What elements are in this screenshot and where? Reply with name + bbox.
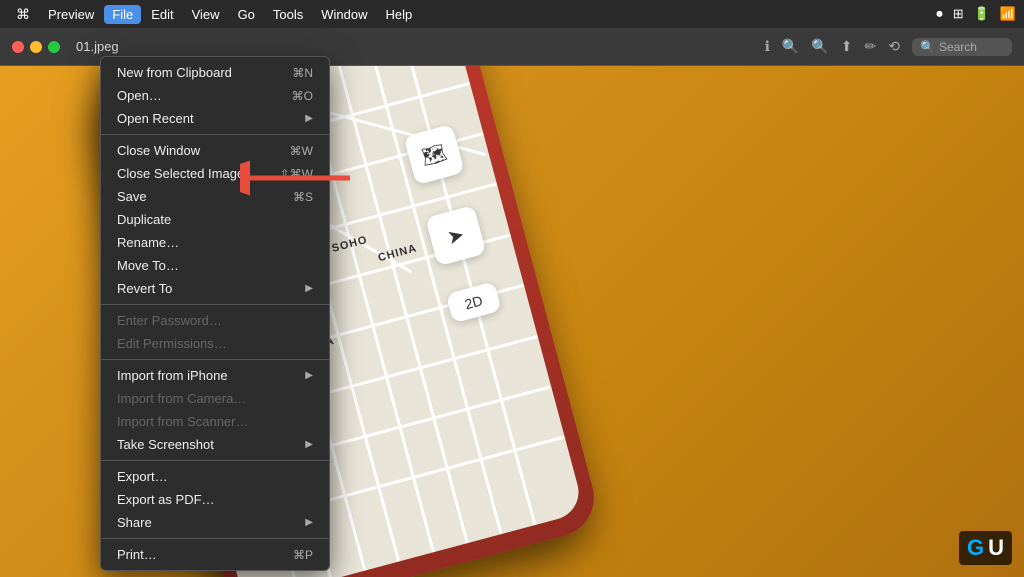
menu-export[interactable]: Export… xyxy=(101,465,329,488)
minimize-button[interactable] xyxy=(30,41,42,53)
file-menu-dropdown: New from Clipboard ⌘N Open… ⌘O Open Rece… xyxy=(100,56,330,571)
menu-new-from-clipboard[interactable]: New from Clipboard ⌘N xyxy=(101,61,329,84)
close-button[interactable] xyxy=(12,41,24,53)
menu-move-to[interactable]: Move To… xyxy=(101,254,329,277)
separator-2 xyxy=(101,304,329,305)
zoom-in-icon[interactable]: 🔍 xyxy=(811,38,828,55)
control-center-icon[interactable]: ⊞ xyxy=(953,6,964,22)
close-selected-shortcut: ⇧⌘W xyxy=(280,167,313,181)
airplay-icon[interactable]: ⏺ xyxy=(936,6,943,22)
menu-open[interactable]: Open… ⌘O xyxy=(101,84,329,107)
watermark: G U xyxy=(959,531,1012,565)
toolbar-icons: ℹ 🔍 🔍 ⬆ ✏ ⟲ 🔍 Search xyxy=(765,38,1012,56)
menu-take-screenshot[interactable]: Take Screenshot xyxy=(101,433,329,456)
menu-export-as-pdf[interactable]: Export as PDF… xyxy=(101,488,329,511)
print-shortcut: ⌘P xyxy=(293,548,313,562)
rotate-icon[interactable]: ⟲ xyxy=(888,38,900,55)
menubar-edit[interactable]: Edit xyxy=(143,5,181,24)
search-placeholder: Search xyxy=(939,40,977,54)
pen-icon[interactable]: ✏ xyxy=(865,38,877,55)
menu-print[interactable]: Print… ⌘P xyxy=(101,543,329,566)
save-shortcut: ⌘S xyxy=(293,190,313,204)
menu-close-selected-image[interactable]: Close Selected Image ⇧⌘W xyxy=(101,162,329,185)
separator-4 xyxy=(101,460,329,461)
search-icon: 🔍 xyxy=(920,40,935,54)
menubar-window[interactable]: Window xyxy=(313,5,375,24)
menu-import-from-camera: Import from Camera… xyxy=(101,387,329,410)
traffic-lights xyxy=(12,41,60,53)
menu-import-from-iphone[interactable]: Import from iPhone xyxy=(101,364,329,387)
menu-import-from-scanner: Import from Scanner… xyxy=(101,410,329,433)
zoom-out-icon[interactable]: 🔍 xyxy=(782,38,799,55)
menubar-preview[interactable]: Preview xyxy=(40,5,102,24)
menubar: ⌘ Preview File Edit View Go Tools Window… xyxy=(0,0,1024,28)
window-area: SOHO TRIBECA CHINA HUDSON SQUARE 📶69🔋 xyxy=(0,28,1024,577)
menu-edit-permissions: Edit Permissions… xyxy=(101,332,329,355)
apple-menu[interactable]: ⌘ xyxy=(8,6,38,23)
menubar-go[interactable]: Go xyxy=(230,5,263,24)
menu-revert-to[interactable]: Revert To xyxy=(101,277,329,300)
watermark-g-letter: G xyxy=(967,535,984,561)
menu-rename[interactable]: Rename… xyxy=(101,231,329,254)
menubar-view[interactable]: View xyxy=(184,5,228,24)
maximize-button[interactable] xyxy=(48,41,60,53)
new-shortcut: ⌘N xyxy=(292,66,313,80)
open-shortcut: ⌘O xyxy=(292,89,313,103)
search-box[interactable]: 🔍 Search xyxy=(912,38,1012,56)
separator-5 xyxy=(101,538,329,539)
menubar-tools[interactable]: Tools xyxy=(265,5,311,24)
menu-close-window[interactable]: Close Window ⌘W xyxy=(101,139,329,162)
info-icon[interactable]: ℹ xyxy=(765,38,770,55)
wifi-icon: 📶 xyxy=(1000,6,1016,22)
close-window-shortcut: ⌘W xyxy=(290,144,313,158)
menubar-right-icons: ⏺ ⊞ 🔋 📶 xyxy=(936,6,1016,22)
menubar-file[interactable]: File xyxy=(104,5,141,24)
window-title: 01.jpeg xyxy=(76,39,119,54)
menu-save[interactable]: Save ⌘S xyxy=(101,185,329,208)
battery-icon: 🔋 xyxy=(974,6,990,22)
separator-3 xyxy=(101,359,329,360)
share-icon[interactable]: ⬆ xyxy=(841,38,853,55)
separator-1 xyxy=(101,134,329,135)
watermark-u-letter: U xyxy=(988,535,1004,561)
menubar-help[interactable]: Help xyxy=(378,5,421,24)
menu-duplicate[interactable]: Duplicate xyxy=(101,208,329,231)
menu-enter-password: Enter Password… xyxy=(101,309,329,332)
menu-open-recent[interactable]: Open Recent xyxy=(101,107,329,130)
watermark-box: G U xyxy=(959,531,1012,565)
menu-share[interactable]: Share xyxy=(101,511,329,534)
